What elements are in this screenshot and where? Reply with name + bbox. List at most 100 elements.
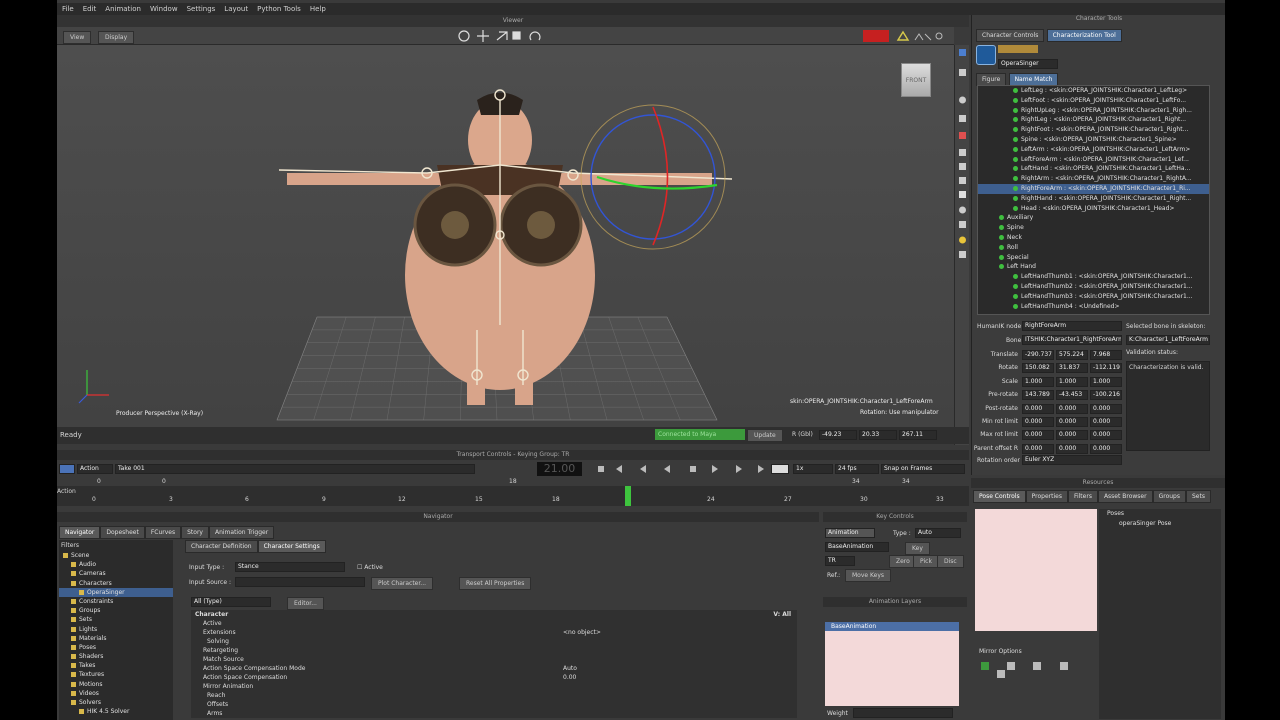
pose-item[interactable]: operaSinger Pose bbox=[1099, 519, 1221, 529]
bone-property-field[interactable]: 31.837 bbox=[1056, 363, 1088, 374]
bone-property-field[interactable]: -290.737 bbox=[1022, 350, 1054, 360]
name-match-row[interactable]: Left Hand bbox=[978, 262, 1209, 272]
mirror-options[interactable]: Mirror Options bbox=[979, 648, 1022, 655]
bone-field[interactable]: ITSHIK:Character1_RightForeArm bbox=[1022, 335, 1122, 345]
scene-browser-item[interactable]: Takes bbox=[59, 661, 173, 670]
character-tab-character-definition[interactable]: Character Definition bbox=[185, 540, 258, 553]
tab-characterization-tool[interactable]: Characterization Tool bbox=[1046, 29, 1122, 42]
resource-tab-properties[interactable]: Properties bbox=[1025, 490, 1068, 503]
coord-x-field[interactable]: -49.23 bbox=[819, 430, 857, 440]
pose-action-buttons[interactable] bbox=[981, 662, 1091, 678]
transport-mode-field[interactable]: Action bbox=[77, 464, 113, 474]
humanik-node-field[interactable]: RightForeArm bbox=[1022, 321, 1122, 331]
bone-property-field[interactable]: 0.000 bbox=[1090, 403, 1122, 414]
bone-property-field[interactable]: 575.224 bbox=[1056, 350, 1088, 360]
take-field[interactable]: Take 001 bbox=[115, 464, 475, 474]
side-tool-icons[interactable] bbox=[955, 45, 970, 265]
bone-property-field[interactable]: 0.000 bbox=[1056, 430, 1088, 441]
menu-animation[interactable]: Animation bbox=[105, 5, 141, 13]
range-end[interactable]: 34 bbox=[852, 478, 860, 485]
character-name-field[interactable]: OperaSinger bbox=[998, 59, 1058, 69]
name-match-row[interactable]: LeftLeg : <skin:OPERA_JOINTSHIK:Characte… bbox=[978, 86, 1209, 96]
active-checkbox[interactable]: ☐ Active bbox=[357, 564, 383, 571]
name-match-row[interactable]: LeftHand : <skin:OPERA_JOINTSHIK:Charact… bbox=[978, 164, 1209, 174]
scene-browser-item[interactable]: Motions bbox=[59, 680, 173, 689]
resource-tab-sets[interactable]: Sets bbox=[1185, 490, 1211, 503]
character-property-value[interactable]: Auto bbox=[563, 664, 577, 673]
3d-viewport[interactable]: FRONT Producer Perspective (X-Ray) skin:… bbox=[57, 45, 954, 427]
scene-browser-item[interactable]: Solvers bbox=[59, 698, 173, 707]
menu-window[interactable]: Window bbox=[150, 5, 178, 13]
bone-property-field[interactable]: 1.000 bbox=[1056, 376, 1088, 387]
name-match-row[interactable]: RightFoot : <skin:OPERA_JOINTSHIK:Charac… bbox=[978, 125, 1209, 135]
character-property-row[interactable]: Offsets bbox=[191, 700, 797, 709]
range-start-2[interactable]: 0 bbox=[162, 478, 166, 485]
bone-property-field[interactable]: -112.119 bbox=[1090, 363, 1122, 374]
name-match-row[interactable]: LeftArm : <skin:OPERA_JOINTSHIK:Characte… bbox=[978, 145, 1209, 155]
scene-browser-item[interactable]: OperaSinger bbox=[59, 587, 173, 597]
name-match-row[interactable]: Head : <skin:OPERA_JOINTSHIK:Character1_… bbox=[978, 204, 1209, 214]
name-match-row[interactable]: Auxiliary bbox=[978, 213, 1209, 223]
character-property-row[interactable]: Action Space Compensation 0.00 bbox=[191, 673, 797, 682]
bone-property-field[interactable]: -43.453 bbox=[1056, 390, 1088, 401]
name-match-row[interactable]: LeftHandThumb3 : <skin:OPERA_JOINTSHIK:C… bbox=[978, 292, 1209, 302]
range-end-2[interactable]: 34 bbox=[902, 478, 910, 485]
bone-property-field[interactable]: 0.000 bbox=[1090, 416, 1122, 427]
scene-browser-item[interactable]: Groups bbox=[59, 606, 173, 615]
resource-tab-asset-browser[interactable]: Asset Browser bbox=[1097, 490, 1153, 503]
reset-properties-button[interactable]: Reset All Properties bbox=[459, 577, 532, 590]
name-match-row[interactable]: Roll bbox=[978, 243, 1209, 253]
bone-property-field[interactable]: 0.000 bbox=[1056, 416, 1088, 427]
name-match-row[interactable]: Spine bbox=[978, 223, 1209, 233]
input-source-field[interactable] bbox=[235, 577, 365, 587]
update-button[interactable]: Update bbox=[747, 429, 783, 442]
resource-tab-pose-controls[interactable]: Pose Controls bbox=[973, 490, 1026, 503]
animation-tab[interactable]: Animation bbox=[825, 528, 875, 538]
scene-browser-item[interactable]: Cameras bbox=[59, 569, 173, 578]
character-property-row[interactable]: Character V: All bbox=[191, 610, 797, 619]
character-icon[interactable] bbox=[976, 45, 996, 65]
type-field[interactable]: Auto bbox=[915, 528, 961, 538]
transport-mode-icon[interactable] bbox=[59, 464, 75, 474]
menu-edit[interactable]: Edit bbox=[83, 5, 97, 13]
character-property-value[interactable]: <no object> bbox=[563, 628, 601, 637]
manipulator-tools[interactable] bbox=[455, 27, 551, 45]
menu-file[interactable]: File bbox=[62, 5, 74, 13]
character-property-row[interactable]: Retargeting bbox=[191, 646, 797, 655]
navigator-tab-navigator[interactable]: Navigator bbox=[59, 526, 101, 539]
name-match-row[interactable]: Neck bbox=[978, 233, 1209, 243]
resource-tab-groups[interactable]: Groups bbox=[1152, 490, 1186, 503]
bone-property-field[interactable]: 0.000 bbox=[1090, 430, 1122, 441]
tab-character-controls[interactable]: Character Controls bbox=[976, 29, 1045, 42]
bone-property-field[interactable]: 1.000 bbox=[1022, 376, 1054, 387]
bone-property-field[interactable]: 0.000 bbox=[1056, 443, 1088, 454]
character-property-row[interactable]: Mirror Animation bbox=[191, 682, 797, 691]
scene-browser-item[interactable]: Audio bbox=[59, 560, 173, 569]
menu-help[interactable]: Help bbox=[310, 5, 326, 13]
base-animation-field[interactable]: BaseAnimation bbox=[825, 542, 889, 552]
bone-property-field[interactable]: -100.216 bbox=[1090, 390, 1122, 401]
character-property-row[interactable]: Solving bbox=[191, 637, 797, 646]
fps-field[interactable]: 24 fps bbox=[835, 464, 879, 474]
scene-browser-item[interactable]: Characters bbox=[59, 579, 173, 588]
navigator-tab-dopesheet[interactable]: Dopesheet bbox=[100, 526, 145, 539]
name-match-row[interactable]: RightForeArm : <skin:OPERA_JOINTSHIK:Cha… bbox=[978, 183, 1209, 194]
input-type-field[interactable]: Stance bbox=[235, 562, 345, 572]
name-match-row[interactable]: RightLeg : <skin:OPERA_JOINTSHIK:Charact… bbox=[978, 115, 1209, 125]
display-button[interactable]: Display bbox=[98, 31, 135, 44]
coord-y-field[interactable]: 20.33 bbox=[859, 430, 897, 440]
name-match-row[interactable]: LeftHandThumb1 : <skin:OPERA_JOINTSHIK:C… bbox=[978, 272, 1209, 282]
name-match-row[interactable]: Special bbox=[978, 253, 1209, 263]
timeline-cursor[interactable] bbox=[625, 486, 631, 506]
bone-property-field[interactable]: 143.789 bbox=[1022, 390, 1054, 401]
bone-property-field[interactable]: 0.000 bbox=[1022, 403, 1054, 414]
name-match-tree[interactable]: LeftLeg : <skin:OPERA_JOINTSHIK:Characte… bbox=[977, 85, 1210, 315]
snap-field[interactable]: Snap on Frames bbox=[881, 464, 965, 474]
character-property-row[interactable]: Extensions <no object> bbox=[191, 628, 797, 637]
layers-list[interactable]: BaseAnimation bbox=[825, 622, 959, 706]
menu-python-tools[interactable]: Python Tools bbox=[257, 5, 301, 13]
disc-button[interactable]: Disc bbox=[937, 555, 964, 568]
bone-property-field[interactable]: 1.000 bbox=[1090, 376, 1122, 387]
speed-field[interactable]: 1x bbox=[793, 464, 833, 474]
frame-counter[interactable]: 21.00 bbox=[537, 462, 582, 476]
